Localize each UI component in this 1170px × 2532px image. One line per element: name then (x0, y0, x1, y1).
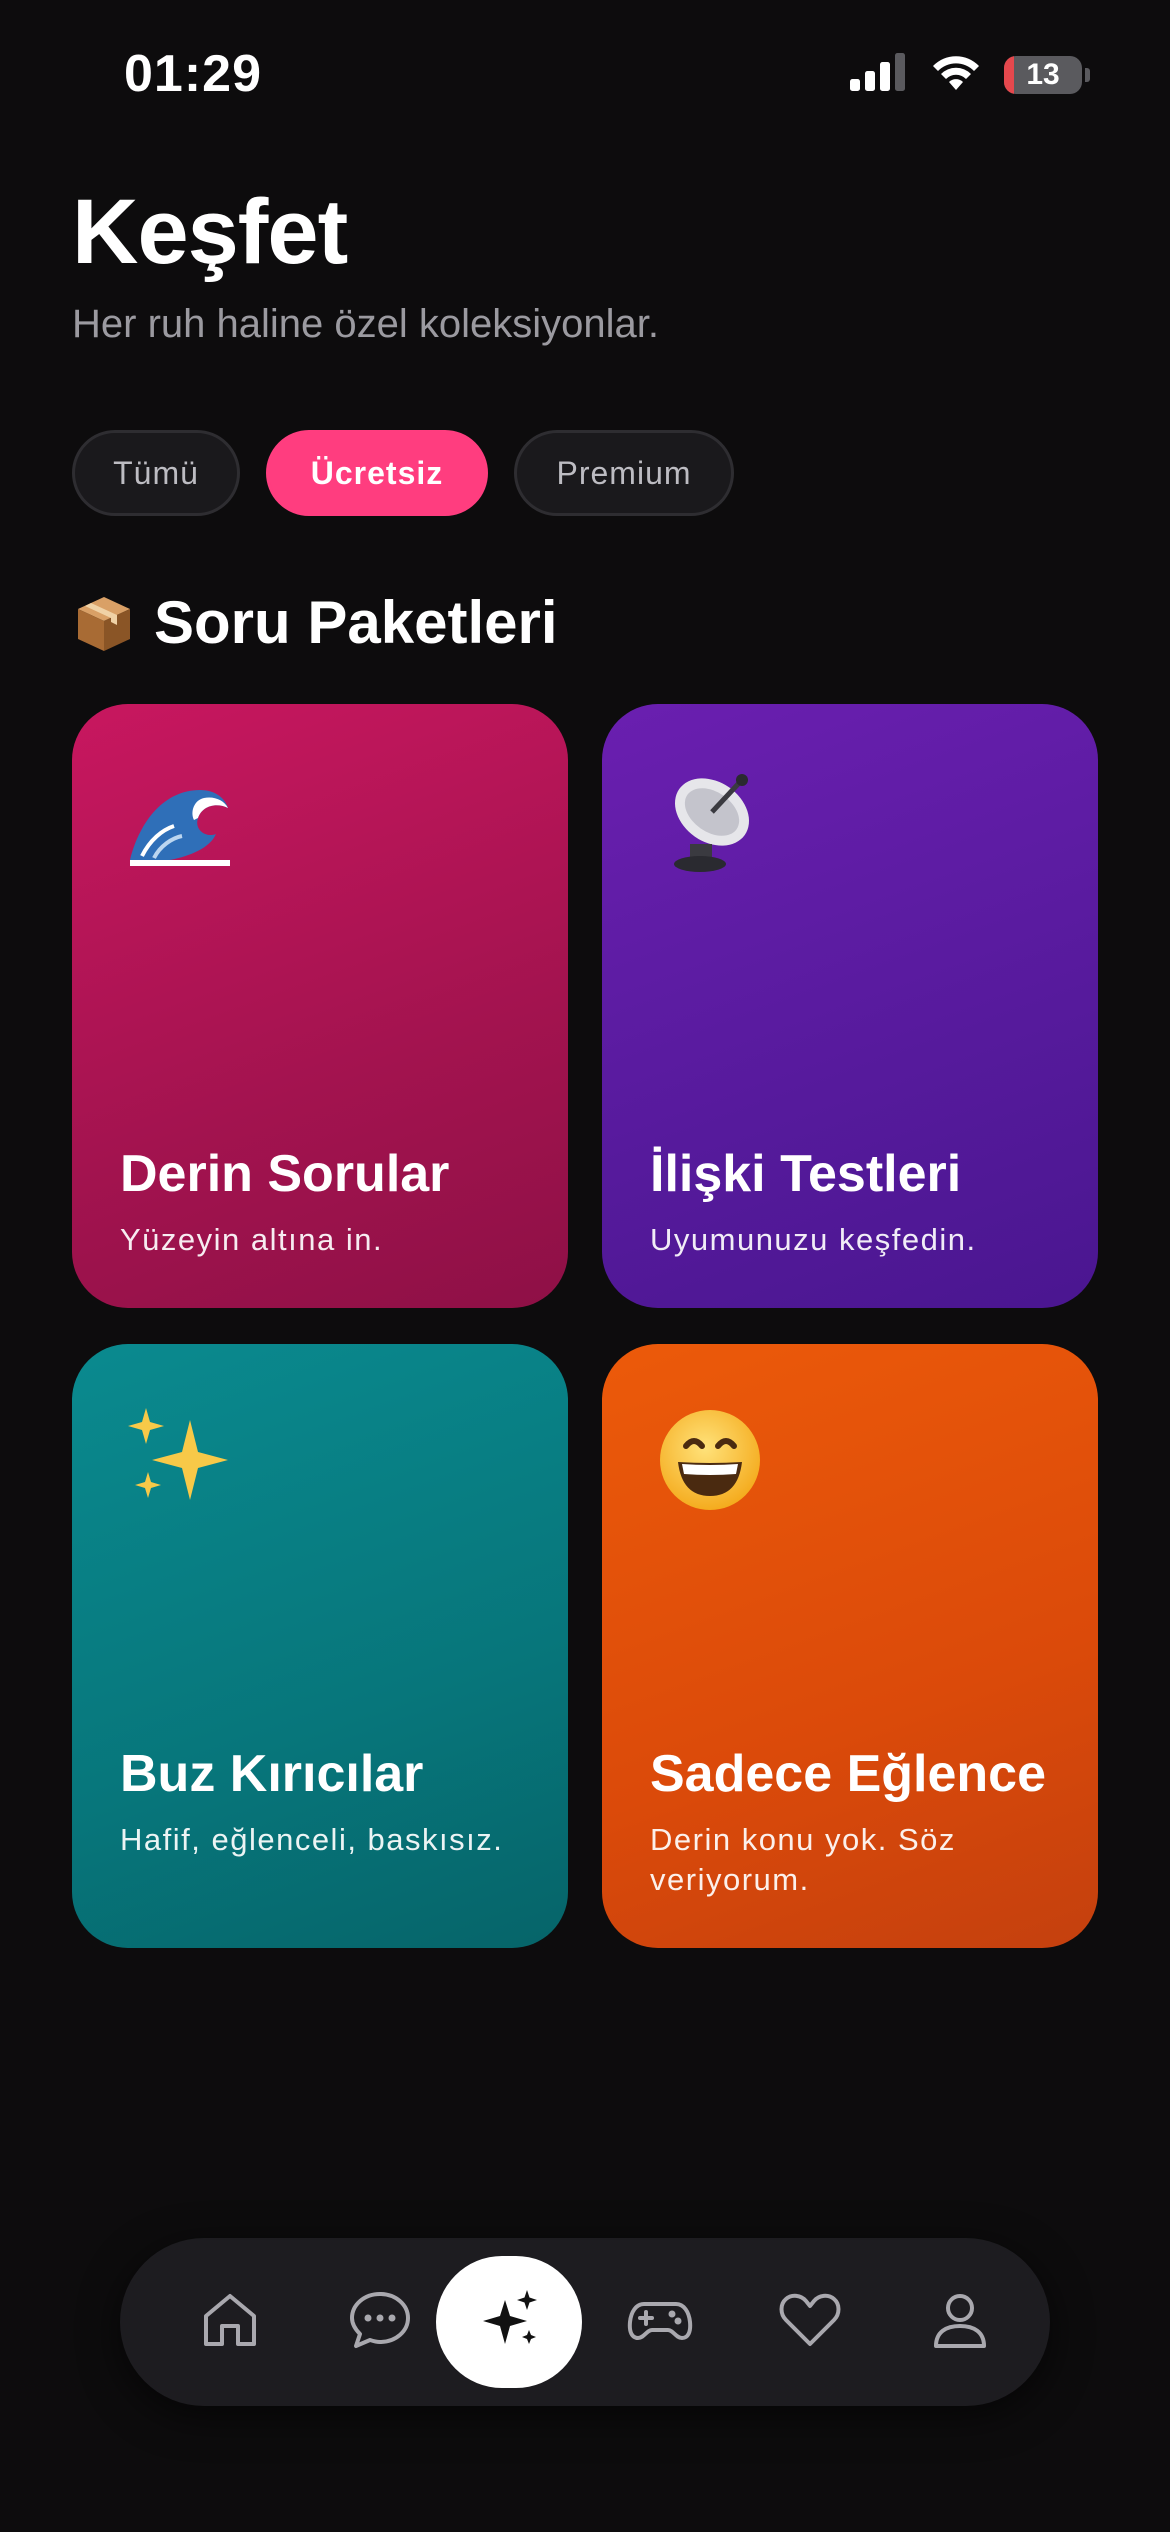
filter-premium-chip[interactable]: Premium (514, 430, 734, 516)
card-description: Yüzeyin altına in. (120, 1222, 384, 1257)
card-description: Derin konu yok. Söz veriyorum. (650, 1822, 956, 1897)
card-title: Buz Kırıcılar (120, 1745, 424, 1803)
section-header: Soru Paketleri (72, 588, 558, 657)
tab-favorites[interactable] (735, 2238, 885, 2406)
wifi-icon (930, 52, 982, 97)
card-title: İlişki Testleri (650, 1145, 962, 1203)
satellite-dish-icon (650, 760, 770, 880)
grinning-face-icon (650, 1400, 770, 1520)
card-description: Uyumunuzu keşfedin. (650, 1222, 977, 1257)
card-title: Sadece Eğlence (650, 1745, 1046, 1803)
sparkles-icon (120, 1400, 240, 1520)
tab-games[interactable] (585, 2238, 735, 2406)
filter-chips: Tümü Ücretsiz Premium (72, 430, 734, 516)
wave-icon (120, 760, 240, 880)
home-icon (196, 2286, 264, 2359)
card-description: Hafif, eğlenceli, baskısız. (120, 1822, 504, 1857)
profile-icon (926, 2286, 994, 2359)
tab-chat[interactable] (305, 2238, 455, 2406)
heart-icon (776, 2286, 844, 2359)
cellular-signal-icon (850, 53, 908, 96)
page-title: Keşfet (72, 181, 348, 283)
card-title: Derin Sorular (120, 1145, 450, 1203)
battery-indicator: 13 (1004, 55, 1082, 94)
battery-fill (1004, 55, 1015, 94)
section-title: Soru Paketleri (154, 589, 558, 656)
pack-card-relationship-tests[interactable]: İlişki Testleri Uyumunuzu keşfedin. (602, 704, 1098, 1308)
package-icon (72, 591, 136, 655)
tab-home[interactable] (155, 2238, 305, 2406)
battery-cap (1085, 67, 1090, 82)
filter-all-chip[interactable]: Tümü (72, 430, 240, 516)
status-icons: 13 (850, 52, 1090, 97)
pack-card-deep-questions[interactable]: Derin Sorular Yüzeyin altına in. (72, 704, 568, 1308)
chat-icon (346, 2286, 414, 2359)
filter-free-chip[interactable]: Ücretsiz (266, 430, 488, 516)
page-subtitle: Her ruh haline özel koleksiyonlar. (72, 302, 659, 346)
pack-card-just-fun[interactable]: Sadece Eğlence Derin konu yok. Söz veriy… (602, 1344, 1098, 1948)
tab-discover[interactable] (436, 2238, 582, 2406)
pack-card-icebreakers[interactable]: Buz Kırıcılar Hafif, eğlenceli, baskısız… (72, 1344, 568, 1948)
battery-level: 13 (1026, 57, 1060, 91)
gamepad-icon (626, 2286, 694, 2359)
status-time: 01:29 (124, 45, 262, 103)
sparkles-icon (475, 2286, 543, 2359)
tab-profile[interactable] (885, 2238, 1035, 2406)
bottom-tab-bar (120, 2238, 1050, 2406)
status-bar: 01:29 13 (0, 0, 1170, 150)
tab-discover-active-pill (436, 2256, 582, 2388)
